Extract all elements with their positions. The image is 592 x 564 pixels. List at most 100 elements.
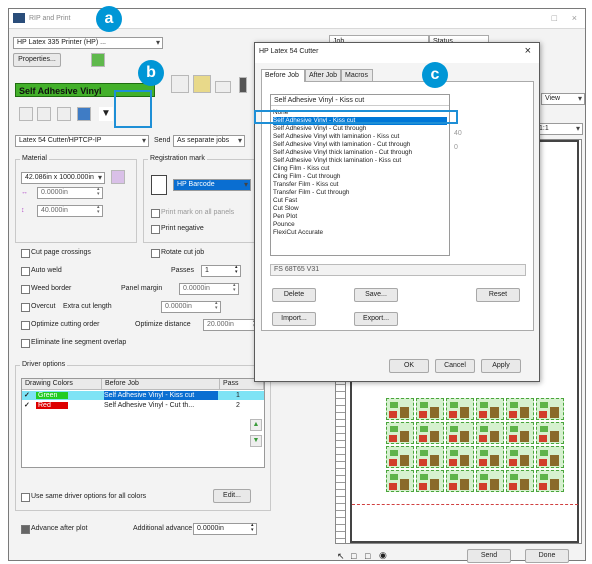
additional-advance-field[interactable]: 0.0000in: [193, 523, 257, 535]
table-header-before-job[interactable]: Before Job: [102, 379, 220, 390]
cancel-button[interactable]: Cancel: [435, 359, 475, 373]
list-item[interactable]: Cling Film - Cut through: [273, 173, 340, 181]
list-item[interactable]: Self Adhesive Vinyl with lamination - Cu…: [273, 141, 410, 149]
dialog-close-icon[interactable]: ×: [525, 45, 531, 57]
weed-border-check[interactable]: Weed border: [21, 285, 71, 294]
move-down-icon[interactable]: ▼: [250, 435, 262, 447]
toolbar-extra-icon[interactable]: [215, 81, 231, 93]
cut-page-crossings-check[interactable]: Cut page crossings: [21, 249, 91, 258]
zoom-combo[interactable]: 1:1: [535, 123, 583, 135]
callout-c-box: [254, 110, 458, 124]
minimize-icon[interactable]: □: [552, 13, 557, 23]
sticker: [446, 446, 474, 468]
sticker: [416, 398, 444, 420]
auto-weld-check[interactable]: Auto weld: [21, 267, 62, 276]
export-button[interactable]: Export...: [354, 312, 398, 326]
import-button[interactable]: Import...: [272, 312, 316, 326]
row-check-icon[interactable]: ✓: [24, 401, 30, 410]
reg-check-print-all[interactable]: Print mark on all panels: [151, 209, 234, 218]
tab-macros[interactable]: Macros: [341, 69, 373, 81]
sticker: [446, 470, 474, 492]
printer-settings-icon[interactable]: [91, 53, 105, 67]
save-icon[interactable]: [193, 75, 211, 93]
table-row[interactable]: ✓ Green Self Adhesive Vinyl - Kiss cut 1: [22, 391, 264, 400]
reset-button[interactable]: Reset: [476, 288, 520, 302]
list-item[interactable]: Transfer Film - Cut through: [273, 189, 349, 197]
toolbar-arrow-icon[interactable]: [239, 77, 247, 93]
list-item[interactable]: Cut Slow: [273, 205, 299, 213]
list-item[interactable]: Self Adhesive Vinyl thick lamination - K…: [273, 157, 401, 165]
view-combo[interactable]: View: [541, 93, 585, 105]
cutter-combo[interactable]: Latex 54 Cutter/HPTCP-IP: [15, 135, 149, 147]
pan-icon[interactable]: □: [365, 551, 370, 561]
material-y-field[interactable]: 40.000in: [37, 205, 103, 217]
save-preset-button[interactable]: Save...: [354, 288, 398, 302]
optimize-distance-field[interactable]: 20.000in: [203, 319, 259, 331]
driver-options-title: Driver options: [20, 361, 68, 368]
optimize-distance-label: Optimize distance: [135, 321, 191, 328]
nest-icon[interactable]: [57, 107, 71, 121]
row-check-icon[interactable]: ✓: [24, 391, 30, 400]
extra-cut-length-field[interactable]: 0.0000in: [161, 301, 221, 313]
list-item[interactable]: FlexiCut Accurate: [273, 229, 323, 237]
sticker: [386, 422, 414, 444]
zoom-area-icon[interactable]: □: [351, 551, 356, 561]
list-item[interactable]: Pounce: [273, 221, 295, 229]
ok-button[interactable]: OK: [389, 359, 429, 373]
layout-icon[interactable]: [19, 107, 33, 121]
list-item[interactable]: Self Adhesive Vinyl thick lamination - C…: [273, 149, 412, 157]
before-job-cell[interactable]: Self Adhesive Vinyl - Cut th...: [104, 401, 218, 410]
dialog-title: HP Latex 54 Cutter: [259, 48, 319, 55]
properties-button[interactable]: Properties...: [13, 53, 61, 67]
send-combo[interactable]: As separate jobs: [173, 135, 245, 147]
delete-button[interactable]: Delete: [272, 288, 316, 302]
list-item[interactable]: Cling Film - Kiss cut: [273, 165, 329, 173]
list-item[interactable]: Self Adhesive Vinyl with lamination - Ki…: [273, 133, 399, 141]
passes-field[interactable]: 1: [201, 265, 241, 277]
table-header-colors[interactable]: Drawing Colors: [22, 379, 102, 390]
registration-type-combo[interactable]: HP Barcode: [173, 179, 251, 191]
sticker: [476, 470, 504, 492]
command-field[interactable]: FS 68T65 V31: [270, 264, 526, 276]
sticker: [446, 422, 474, 444]
callout-b-box: [114, 90, 152, 128]
rotate-cut-job-check[interactable]: Rotate cut job: [151, 249, 204, 258]
material-edit-icon[interactable]: [111, 170, 125, 184]
panel-margin-field[interactable]: 0.0000in: [179, 283, 239, 295]
list-item[interactable]: Transfer Film - Kiss cut: [273, 181, 338, 189]
move-up-icon[interactable]: ▲: [250, 419, 262, 431]
list-item[interactable]: Self Adhesive Vinyl - Cut through: [273, 125, 366, 133]
list-item[interactable]: Cut Fast: [273, 197, 297, 205]
color-icon[interactable]: [77, 107, 91, 121]
send-button[interactable]: Send: [467, 549, 511, 563]
zoom-icon[interactable]: ◉: [379, 550, 387, 561]
before-job-cell[interactable]: Self Adhesive Vinyl - Kiss cut: [104, 391, 218, 400]
edit-button[interactable]: Edit...: [213, 489, 251, 503]
overcut-check[interactable]: Overcut: [21, 303, 56, 312]
printer-combo[interactable]: HP Latex 335 Printer (HP) ...: [13, 37, 163, 49]
reg-check-negative[interactable]: Print negative: [151, 225, 204, 234]
advance-after-plot-check[interactable]: Advance after plot: [21, 525, 87, 534]
optimize-cutting-order-check[interactable]: Optimize cutting order: [21, 321, 99, 330]
sticker: [536, 398, 564, 420]
close-icon[interactable]: ×: [572, 13, 577, 23]
table-row[interactable]: ✓ Red Self Adhesive Vinyl - Cut th... 2: [22, 401, 264, 410]
tab-before-job[interactable]: Before Job: [261, 69, 305, 82]
sticker-grid[interactable]: [386, 398, 568, 496]
sticker: [506, 398, 534, 420]
tab-after-job[interactable]: After Job: [305, 69, 341, 81]
material-size-combo[interactable]: 42.086in x 1000.000in: [21, 172, 105, 184]
page-icon[interactable]: [171, 75, 189, 93]
list-item[interactable]: Pen Plot: [273, 213, 297, 221]
preset-selected[interactable]: Self Adhesive Vinyl - Kiss cut: [271, 95, 449, 106]
done-button[interactable]: Done: [525, 549, 569, 563]
cutter-tab-icon[interactable]: ▼: [99, 107, 113, 121]
use-same-driver-check[interactable]: Use same driver options for all colors: [21, 493, 146, 502]
pointer-icon[interactable]: ↖: [337, 551, 345, 562]
apply-button[interactable]: Apply: [481, 359, 521, 373]
x-offset-icon: ↔: [21, 189, 28, 196]
material-group-title: Material: [20, 155, 49, 162]
grid-icon[interactable]: [37, 107, 51, 121]
material-x-field[interactable]: 0.0000in: [37, 187, 103, 199]
eliminate-overlaps-check[interactable]: Eliminate line segment overlap: [21, 339, 126, 348]
